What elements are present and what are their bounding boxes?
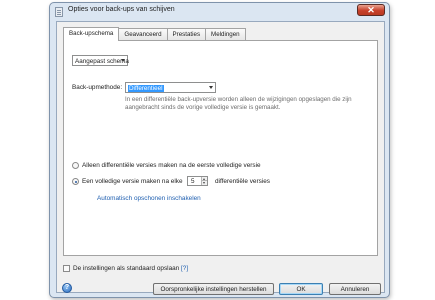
tab-panel-back-upschema: Aangepast schema Back-upmethode: Differe… <box>63 40 378 256</box>
save-default-checkbox[interactable] <box>63 265 70 272</box>
tab-geavanceerd[interactable]: Geavanceerd <box>118 28 168 40</box>
method-select-value: Differentieel <box>128 84 164 92</box>
dialog-client-area: Back-upschema Geavanceerd Prestaties Mel… <box>56 21 385 295</box>
dialog-title: Opties voor back-ups van schijven <box>68 6 175 13</box>
auto-cleanup-link[interactable]: Automatisch opschonen inschakelen <box>97 195 201 202</box>
tab-meldingen[interactable]: Meldingen <box>205 28 246 40</box>
radio-only-differential[interactable] <box>72 162 79 169</box>
schedule-select[interactable]: Aangepast schema <box>72 55 129 66</box>
options-dialog: Opties voor back-ups van schijven ✕ Back… <box>49 2 390 298</box>
help-link[interactable]: [?] <box>181 265 188 272</box>
ok-button[interactable]: OK <box>279 283 323 295</box>
cancel-button[interactable]: Annuleren <box>329 283 381 295</box>
radio-full-every-label[interactable]: Een volledige versie maken na elke <box>82 178 183 185</box>
method-description: In een differentiële back-upversie worde… <box>125 96 352 111</box>
close-button[interactable]: ✕ <box>357 4 385 16</box>
full-version-count-stepper[interactable]: 5 <box>187 176 208 186</box>
tab-back-upschema[interactable]: Back-upschema <box>63 27 120 41</box>
title-bar: Opties voor back-ups van schijven ✕ <box>50 3 389 21</box>
tab-prestaties[interactable]: Prestaties <box>166 28 207 40</box>
chevron-down-icon <box>121 59 125 62</box>
chevron-down-icon <box>209 86 213 89</box>
method-select[interactable]: Differentieel <box>125 82 216 93</box>
help-icon[interactable]: ? <box>62 283 72 293</box>
tab-strip: Back-upschema Geavanceerd Prestaties Mel… <box>63 27 246 41</box>
radio-full-every[interactable] <box>72 178 79 185</box>
radio-only-differential-label[interactable]: Alleen differentiële versies maken na de… <box>82 162 261 169</box>
full-version-count-value: 5 <box>191 178 195 185</box>
save-default-label[interactable]: De instellingen als standaard opslaan <box>73 265 179 272</box>
reset-settings-button[interactable]: Oorspronkelijke instellingen herstellen <box>153 283 274 295</box>
method-label: Back-upmethode: <box>72 84 123 91</box>
dialog-window-icon <box>55 7 63 17</box>
spin-down-icon[interactable] <box>201 181 207 185</box>
differential-versions-label: differentiële versies <box>215 178 270 185</box>
